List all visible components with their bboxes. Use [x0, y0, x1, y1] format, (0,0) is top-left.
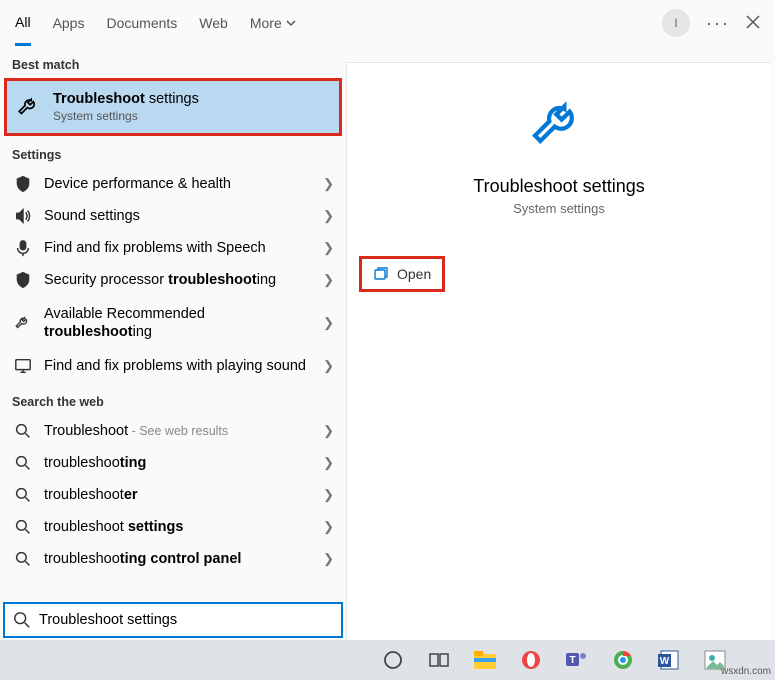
section-best-match: Best match — [0, 46, 346, 78]
task-view-icon[interactable] — [426, 647, 452, 673]
settings-result-item[interactable]: Security processor troubleshooting ❯ — [0, 264, 346, 296]
chevron-right-icon: ❯ — [323, 272, 334, 288]
best-match-title: Troubleshoot settings — [53, 91, 331, 107]
search-icon — [12, 455, 34, 471]
more-options-button[interactable]: ··· — [706, 13, 730, 34]
chevron-right-icon: ❯ — [323, 208, 334, 224]
settings-result-item[interactable]: Find and fix problems with playing sound… — [0, 349, 346, 383]
settings-result-item[interactable]: Device performance & health ❯ — [0, 168, 346, 200]
search-box[interactable] — [3, 602, 343, 638]
settings-result-item[interactable]: Sound settings ❯ — [0, 200, 346, 232]
search-icon — [13, 611, 31, 629]
chevron-right-icon: ❯ — [323, 551, 334, 567]
taskbar: T W — [0, 640, 775, 680]
preview-title: Troubleshoot settings — [347, 176, 771, 197]
web-result-item[interactable]: troubleshooting control panel ❯ — [0, 543, 346, 575]
web-result-item[interactable]: troubleshooting ❯ — [0, 447, 346, 479]
web-result-item[interactable]: troubleshooter ❯ — [0, 479, 346, 511]
chevron-right-icon: ❯ — [323, 176, 334, 192]
shield-icon — [12, 175, 34, 193]
result-label: troubleshoot settings — [44, 518, 313, 536]
opera-icon[interactable] — [518, 647, 544, 673]
best-match-subtitle: System settings — [53, 109, 331, 123]
chevron-right-icon: ❯ — [323, 315, 334, 331]
speaker-icon — [12, 207, 34, 225]
result-label: Device performance & health — [44, 175, 313, 193]
result-label: Find and fix problems with playing sound — [44, 357, 313, 375]
teams-icon[interactable]: T — [564, 647, 590, 673]
tab-all[interactable]: All — [15, 0, 31, 46]
cortana-icon[interactable] — [380, 647, 406, 673]
open-button[interactable]: Open — [359, 256, 445, 292]
settings-result-item[interactable]: Find and fix problems with Speech ❯ — [0, 232, 346, 264]
wrench-icon — [527, 93, 591, 157]
result-label: Security processor troubleshooting — [44, 271, 313, 289]
chevron-right-icon: ❯ — [323, 423, 334, 439]
chevron-right-icon: ❯ — [323, 487, 334, 503]
chevron-right-icon: ❯ — [323, 455, 334, 471]
tab-more[interactable]: More — [250, 0, 296, 46]
file-explorer-icon[interactable] — [472, 647, 498, 673]
section-search-web: Search the web — [0, 383, 346, 415]
chrome-icon[interactable] — [610, 647, 636, 673]
tab-documents[interactable]: Documents — [106, 0, 177, 46]
wrench-icon — [15, 94, 43, 120]
settings-result-item[interactable]: Available Recommended troubleshooting ❯ — [0, 297, 346, 349]
search-icon — [12, 551, 34, 567]
result-label: Available Recommended troubleshooting — [44, 305, 313, 341]
result-label: Troubleshoot - See web results — [44, 422, 313, 440]
search-icon — [12, 487, 34, 503]
result-label: Sound settings — [44, 207, 313, 225]
close-button[interactable] — [746, 13, 760, 34]
wrench-icon — [12, 314, 34, 332]
search-input[interactable] — [39, 612, 333, 628]
chevron-right-icon: ❯ — [323, 519, 334, 535]
word-icon[interactable]: W — [656, 647, 682, 673]
watermark: wsxdn.com — [721, 666, 771, 677]
shield-icon — [12, 271, 34, 289]
svg-text:W: W — [660, 656, 670, 667]
avatar[interactable]: I — [662, 9, 690, 37]
result-label: Find and fix problems with Speech — [44, 239, 313, 257]
search-tabs: All Apps Documents Web More I ··· — [0, 0, 775, 46]
web-result-item[interactable]: troubleshoot settings ❯ — [0, 511, 346, 543]
open-icon — [373, 266, 389, 282]
preview-pane: Troubleshoot settings System settings Op… — [346, 62, 771, 640]
tab-apps[interactable]: Apps — [53, 0, 85, 46]
tab-web[interactable]: Web — [199, 0, 228, 46]
chevron-right-icon: ❯ — [323, 240, 334, 256]
results-list: Best match Troubleshoot settings System … — [0, 46, 346, 640]
close-icon — [746, 15, 760, 29]
result-label: troubleshooting — [44, 454, 313, 472]
chevron-right-icon: ❯ — [323, 358, 334, 374]
chevron-down-icon — [286, 18, 296, 28]
search-icon — [12, 519, 34, 535]
open-label: Open — [397, 266, 431, 282]
result-label: troubleshooting control panel — [44, 550, 313, 568]
preview-subtitle: System settings — [347, 201, 771, 216]
monitor-icon — [12, 357, 34, 375]
mic-icon — [12, 239, 34, 257]
search-icon — [12, 423, 34, 439]
svg-text:T: T — [569, 655, 575, 666]
result-label: troubleshooter — [44, 486, 313, 504]
section-settings: Settings — [0, 136, 346, 168]
web-result-item[interactable]: Troubleshoot - See web results ❯ — [0, 415, 346, 447]
best-match-item[interactable]: Troubleshoot settings System settings — [4, 78, 342, 136]
